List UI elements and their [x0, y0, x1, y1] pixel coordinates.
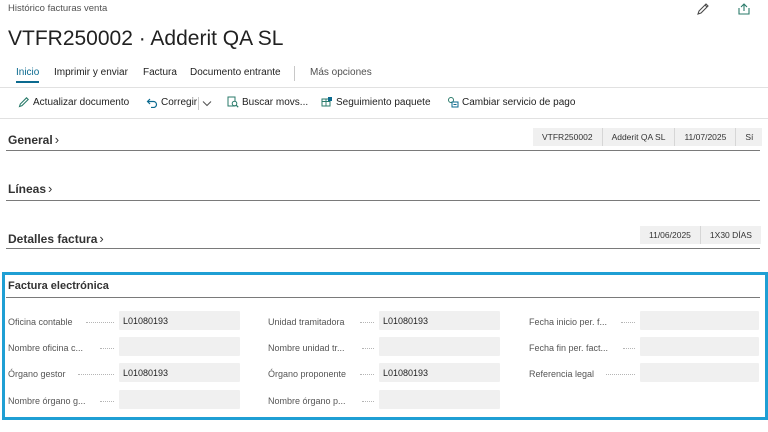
- seguimiento-paquete-button[interactable]: Seguimiento paquete: [321, 96, 431, 108]
- chevron-right-icon: ›: [99, 231, 104, 246]
- field-label-nombre-organo-gestor: Nombre órgano g...: [8, 396, 86, 406]
- summary-due-date: 11/06/2025: [640, 226, 700, 244]
- action-bar: Inicio Imprimir y enviar Factura Documen…: [0, 63, 768, 85]
- field-label-oficina-contable: Oficina contable: [8, 317, 73, 327]
- page-title: VTFR250002 · Adderit QA SL: [8, 27, 284, 50]
- chevron-right-icon: ›: [54, 132, 60, 147]
- summary-document-no: VTFR250002: [533, 128, 602, 146]
- buscar-movs-label: Buscar movs...: [242, 96, 309, 108]
- actualizar-documento-label: Actualizar documento: [33, 96, 130, 108]
- payment-service-icon: [447, 96, 459, 108]
- nombre-organo-gestor-field[interactable]: [119, 390, 240, 409]
- corregir-button[interactable]: Corregir: [146, 96, 198, 109]
- summary-payment-terms: 1X30 DÍAS: [699, 226, 761, 244]
- referencia-legal-field[interactable]: [640, 363, 759, 382]
- section-general-title: General: [8, 132, 53, 147]
- section-factura-electronica-line: [6, 297, 760, 298]
- section-detalles-header[interactable]: Detalles factura ›: [8, 231, 104, 246]
- actualizar-documento-button[interactable]: Actualizar documento: [18, 96, 129, 108]
- seguimiento-paquete-label: Seguimiento paquete: [336, 96, 431, 108]
- field-label-organo-proponente: Órgano proponente: [268, 369, 347, 379]
- action-separator: [294, 66, 295, 81]
- cambiar-servicio-pago-label: Cambiar servicio de pago: [462, 96, 576, 108]
- field-label-fecha-fin-periodo: Fecha fin per. fact...: [529, 343, 609, 353]
- corregir-label: Corregir: [161, 96, 198, 108]
- tab-factura[interactable]: Factura: [143, 67, 177, 78]
- field-leader: [86, 322, 114, 324]
- field-leader: [621, 322, 635, 324]
- section-lineas-header[interactable]: Líneas ›: [8, 181, 52, 196]
- undo-icon: [146, 96, 158, 109]
- share-icon[interactable]: [737, 2, 751, 16]
- field-leader: [100, 401, 114, 403]
- section-lineas-line: [6, 200, 760, 201]
- nombre-unidad-tramitadora-field[interactable]: [379, 337, 500, 356]
- section-general-header[interactable]: General ›: [8, 132, 59, 147]
- nombre-oficina-contable-field[interactable]: [119, 337, 240, 356]
- summary-date: 11/07/2025: [674, 128, 736, 146]
- field-leader: [100, 348, 114, 350]
- section-detalles-title: Detalles factura: [8, 231, 98, 246]
- more-options-button[interactable]: Más opciones: [310, 67, 372, 78]
- general-summary: VTFR250002 Adderit QA SL 11/07/2025 Sí: [533, 128, 763, 146]
- field-label-nombre-oficina-contable: Nombre oficina c...: [8, 343, 84, 353]
- chevron-right-icon: ›: [48, 181, 53, 196]
- organo-gestor-field[interactable]: L01080193: [119, 363, 240, 382]
- breadcrumb: Histórico facturas venta: [8, 3, 108, 14]
- corregir-separator: [198, 97, 199, 110]
- field-label-nombre-unidad-tramitadora: Nombre unidad tr...: [268, 343, 345, 353]
- field-label-unidad-tramitadora: Unidad tramitadora: [268, 317, 345, 327]
- pencil-icon[interactable]: [696, 2, 710, 16]
- chevron-down-icon[interactable]: [201, 96, 213, 108]
- oficina-contable-field[interactable]: L01080193: [119, 311, 240, 330]
- section-lineas-title: Líneas: [8, 181, 47, 196]
- cambiar-servicio-pago-button[interactable]: Cambiar servicio de pago: [447, 96, 575, 108]
- buscar-movs-button[interactable]: Buscar movs...: [227, 96, 308, 108]
- tab-documento-entrante[interactable]: Documento entrante: [190, 67, 281, 78]
- action-bar-divider: [0, 87, 768, 88]
- fecha-fin-periodo-field[interactable]: [640, 337, 759, 356]
- field-leader: [362, 401, 374, 403]
- field-leader: [360, 374, 374, 376]
- field-leader: [623, 348, 635, 350]
- section-factura-electronica-title: Factura electrónica: [8, 280, 109, 292]
- unidad-tramitadora-field[interactable]: L01080193: [379, 311, 500, 330]
- pencil-icon: [18, 96, 30, 108]
- tab-inicio[interactable]: Inicio: [16, 67, 40, 83]
- summary-customer: Adderit QA SL: [601, 128, 675, 146]
- field-leader: [606, 374, 635, 376]
- summary-flag: Sí: [735, 128, 763, 146]
- field-label-referencia-legal: Referencia legal: [529, 369, 595, 379]
- search-document-icon: [227, 96, 239, 108]
- field-label-fecha-inicio-periodo: Fecha inicio per. f...: [529, 317, 608, 327]
- field-leader: [360, 322, 374, 324]
- field-label-nombre-organo-proponente: Nombre órgano p...: [268, 396, 346, 406]
- nombre-organo-proponente-field[interactable]: [379, 390, 500, 409]
- package-icon: [321, 96, 333, 108]
- fecha-inicio-periodo-field[interactable]: [640, 311, 759, 330]
- toolbar-divider: [0, 118, 768, 119]
- field-leader: [362, 348, 374, 350]
- detalles-summary: 11/06/2025 1X30 DÍAS: [640, 226, 761, 244]
- field-leader: [78, 374, 114, 376]
- section-general-line: [6, 150, 760, 151]
- tab-imprimir-enviar[interactable]: Imprimir y enviar: [54, 67, 128, 78]
- organo-proponente-field[interactable]: L01080193: [379, 363, 500, 382]
- section-detalles-line: [6, 248, 760, 249]
- field-label-organo-gestor: Órgano gestor: [8, 369, 66, 379]
